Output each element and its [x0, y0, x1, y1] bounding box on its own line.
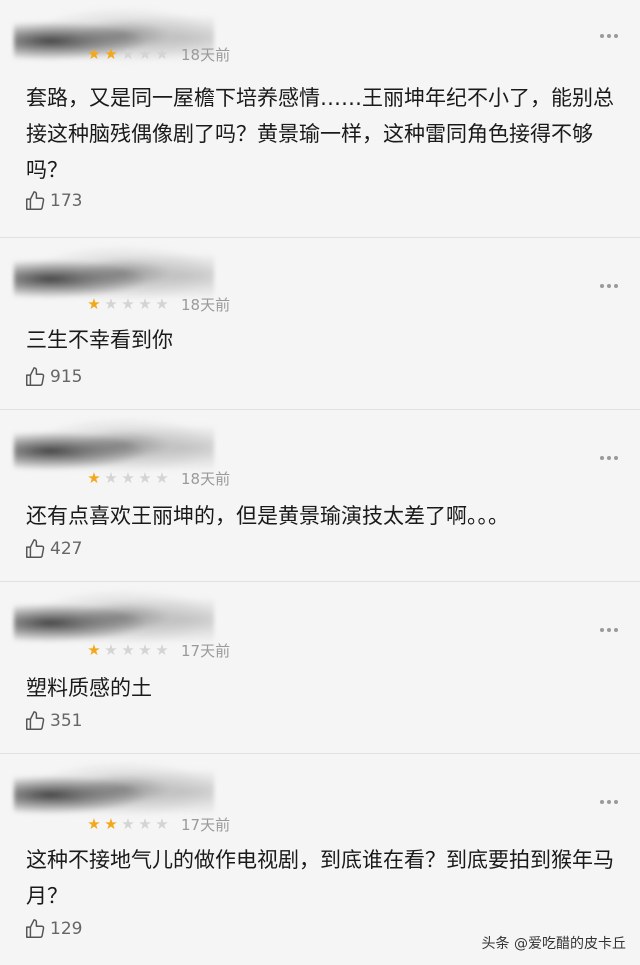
- star-icon: ★: [104, 641, 118, 659]
- thumbs-up-icon: [26, 367, 45, 386]
- star-icon: ★: [121, 815, 135, 833]
- rating-stars: ★ ★ ★ ★ ★: [86, 642, 171, 658]
- more-options-icon[interactable]: [600, 800, 618, 804]
- thumbs-up-icon: [26, 539, 45, 558]
- thumbs-up-icon: [26, 919, 45, 938]
- more-options-icon[interactable]: [600, 34, 618, 38]
- rating-stars: ★ ★ ★ ★ ★: [86, 46, 171, 62]
- comment-meta: ★ ★ ★ ★ ★ 18天前: [86, 44, 230, 64]
- like-count: 351: [50, 711, 83, 731]
- star-icon: ★: [87, 815, 101, 833]
- star-icon: ★: [104, 815, 118, 833]
- comment-time: 17天前: [181, 641, 231, 660]
- like-count: 427: [50, 539, 83, 559]
- comment-card: ★ ★ ★ ★ ★ 17天前 塑料质感的土 351: [0, 582, 640, 754]
- comment-time: 18天前: [181, 469, 231, 488]
- like-count: 173: [50, 191, 83, 211]
- rating-stars: ★ ★ ★ ★ ★: [86, 470, 171, 486]
- comment-text: 套路，又是同一屋檐下培养感情……王丽坤年纪不小了，能别总接这种脑残偶像剧了吗？黄…: [26, 86, 614, 182]
- like-button[interactable]: 173: [24, 190, 82, 212]
- like-button[interactable]: 915: [24, 366, 82, 388]
- comment-meta: ★ ★ ★ ★ ★ 17天前: [86, 640, 230, 660]
- rating-stars: ★ ★ ★ ★ ★: [86, 816, 171, 832]
- star-icon: ★: [121, 469, 135, 487]
- like-button[interactable]: 427: [24, 538, 82, 560]
- comment-time: 18天前: [181, 295, 231, 314]
- like-button[interactable]: 351: [24, 710, 82, 732]
- comment-meta: ★ ★ ★ ★ ★ 18天前: [86, 468, 230, 488]
- comment-card: ★ ★ ★ ★ ★ 18天前 三生不幸看到你 915: [0, 238, 640, 410]
- comment-card: ★ ★ ★ ★ ★ 18天前 还有点喜欢王丽坤的，但是黄景瑜演技太差了啊。。。 427: [0, 410, 640, 582]
- rating-stars: ★ ★ ★ ★ ★: [86, 296, 171, 312]
- like-count: 129: [50, 919, 83, 939]
- star-icon: ★: [138, 469, 152, 487]
- star-icon: ★: [155, 469, 169, 487]
- comment-time: 17天前: [181, 815, 231, 834]
- more-options-icon[interactable]: [600, 284, 618, 288]
- comment-text: 三生不幸看到你: [26, 328, 173, 352]
- star-icon: ★: [155, 295, 169, 313]
- comment-meta: ★ ★ ★ ★ ★ 18天前: [86, 294, 230, 314]
- star-icon: ★: [87, 641, 101, 659]
- comment-time: 18天前: [181, 45, 231, 64]
- comment-text: 塑料质感的土: [26, 676, 152, 700]
- star-icon: ★: [155, 641, 169, 659]
- star-icon: ★: [121, 45, 135, 63]
- more-options-icon[interactable]: [600, 456, 618, 460]
- star-icon: ★: [104, 45, 118, 63]
- star-icon: ★: [87, 45, 101, 63]
- star-icon: ★: [155, 45, 169, 63]
- star-icon: ★: [121, 641, 135, 659]
- comment-card: ★ ★ ★ ★ ★ 18天前 套路，又是同一屋檐下培养感情……王丽坤年纪不小了，能别总接…: [0, 0, 640, 238]
- star-icon: ★: [87, 469, 101, 487]
- star-icon: ★: [138, 45, 152, 63]
- star-icon: ★: [138, 295, 152, 313]
- watermark: 头条 @爱吃醋的皮卡丘: [481, 936, 626, 952]
- more-options-icon[interactable]: [600, 628, 618, 632]
- star-icon: ★: [138, 815, 152, 833]
- thumbs-up-icon: [26, 191, 45, 210]
- star-icon: ★: [138, 641, 152, 659]
- like-button[interactable]: 129: [24, 918, 82, 940]
- like-count: 915: [50, 367, 83, 387]
- star-icon: ★: [155, 815, 169, 833]
- comment-text: 这种不接地气儿的做作电视剧，到底谁在看？到底要拍到猴年马月？: [26, 848, 614, 908]
- star-icon: ★: [87, 295, 101, 313]
- comment-meta: ★ ★ ★ ★ ★ 17天前: [86, 814, 230, 834]
- star-icon: ★: [104, 469, 118, 487]
- comment-text: 还有点喜欢王丽坤的，但是黄景瑜演技太差了啊。。。: [26, 504, 509, 528]
- thumbs-up-icon: [26, 711, 45, 730]
- star-icon: ★: [104, 295, 118, 313]
- star-icon: ★: [121, 295, 135, 313]
